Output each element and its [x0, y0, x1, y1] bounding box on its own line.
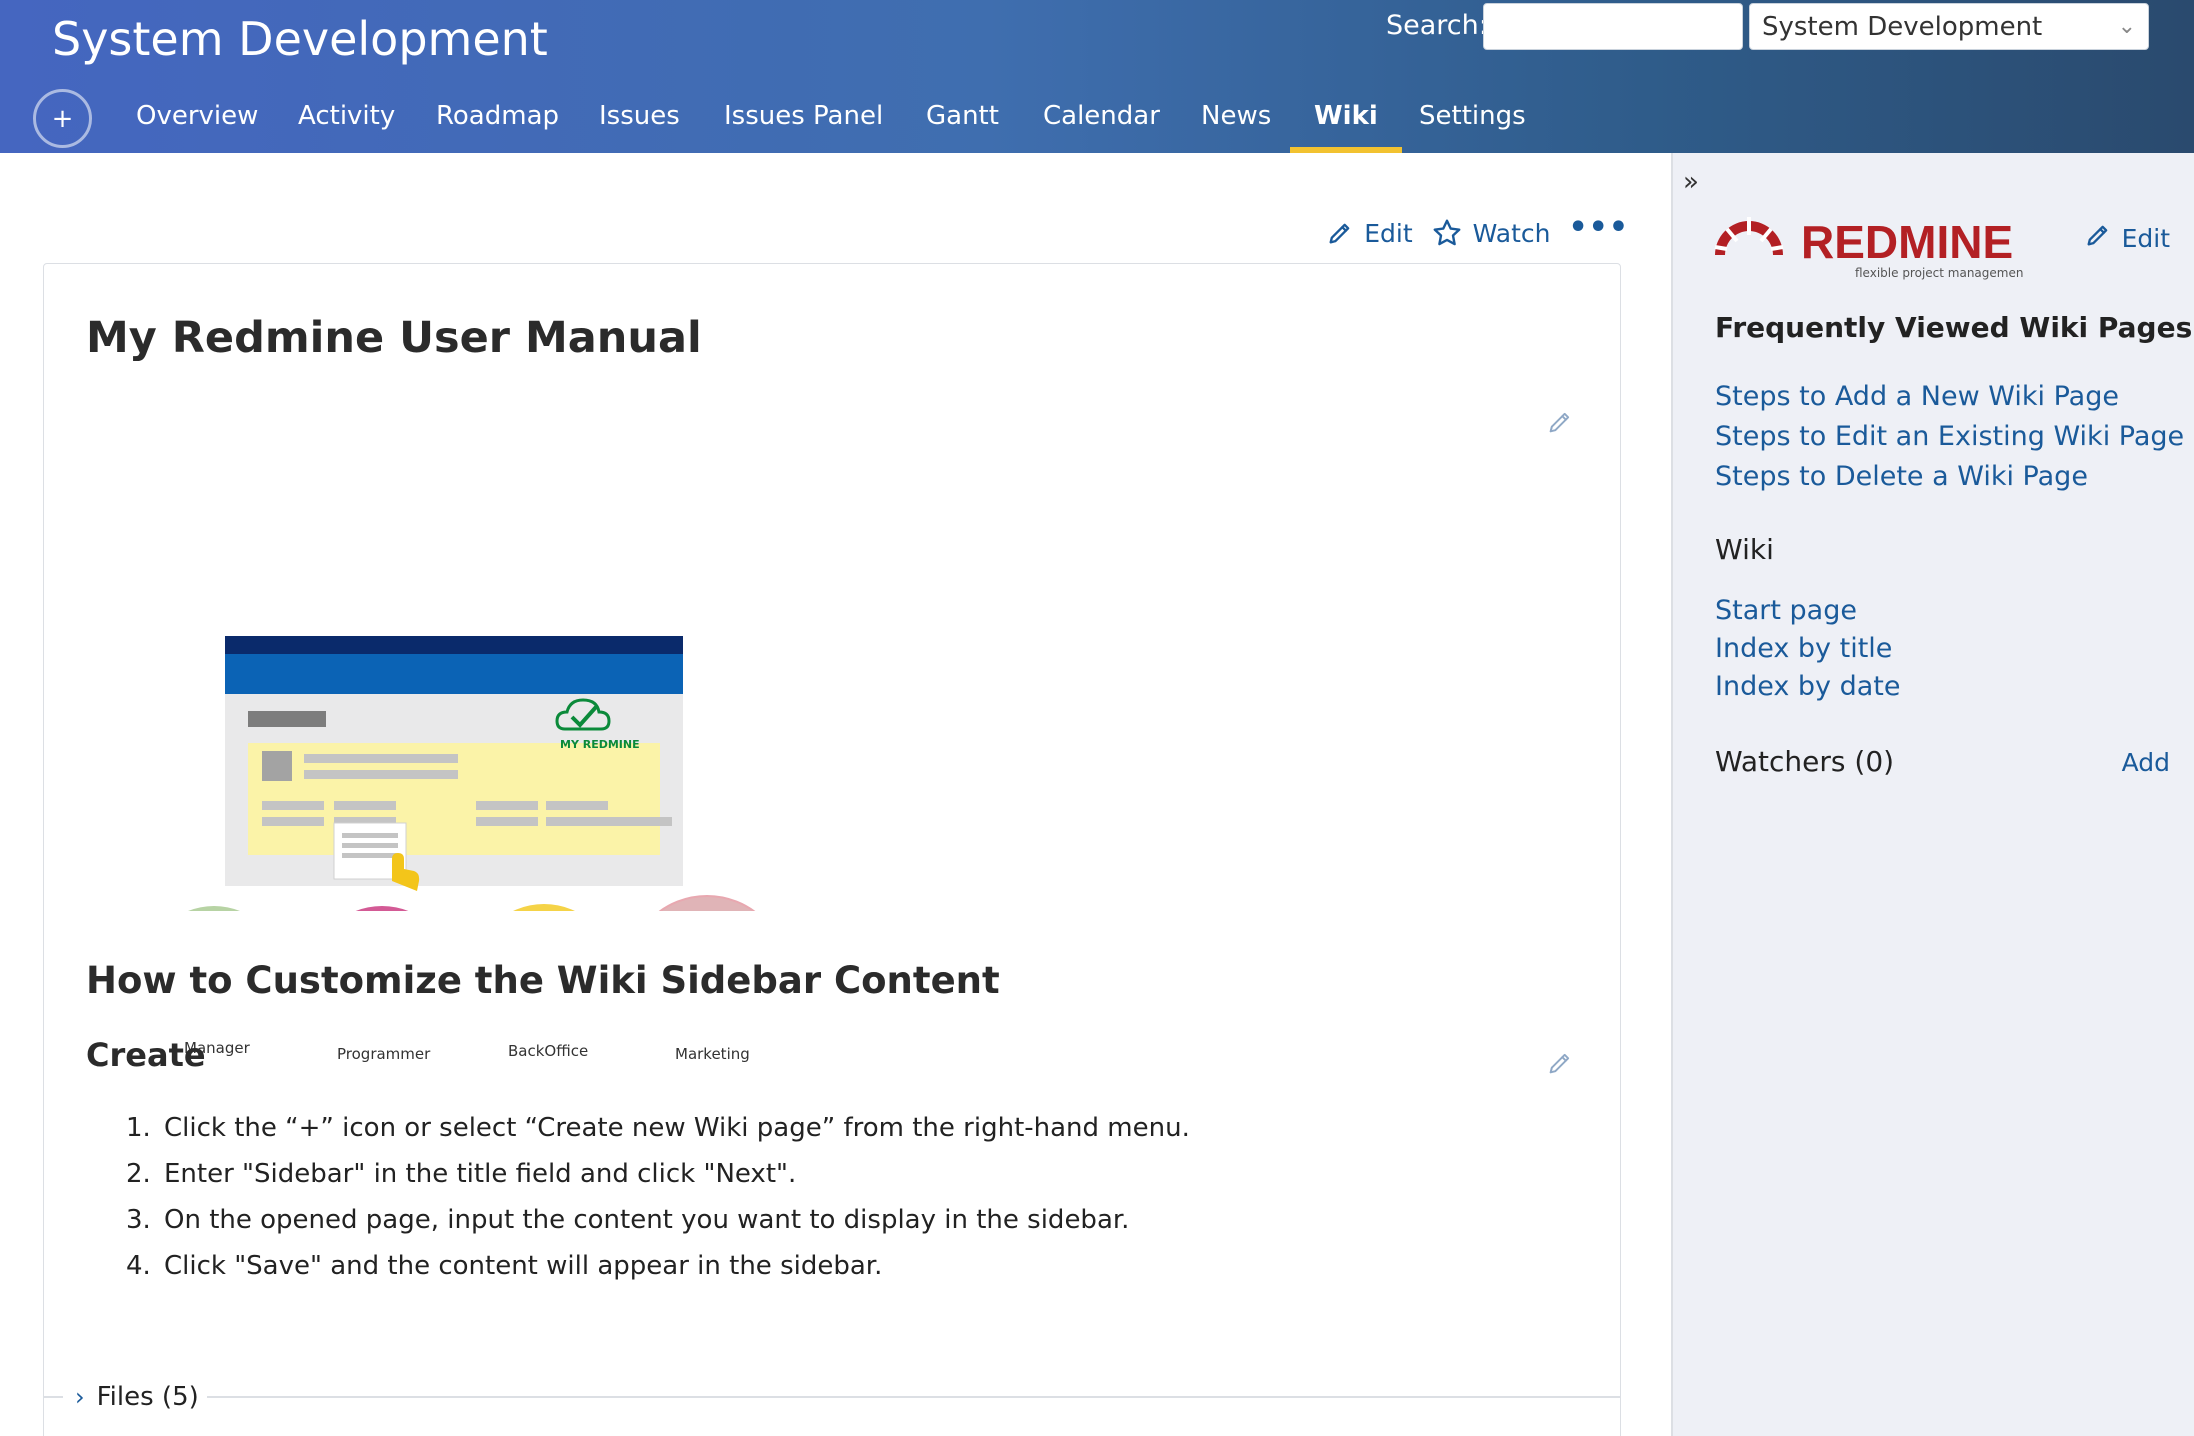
new-object-button[interactable]: + — [33, 89, 92, 148]
tab-activity[interactable]: Activity — [298, 96, 395, 153]
role-label-marketing: Marketing — [675, 1045, 750, 1063]
screen-illustration: MY REDMINE — [144, 636, 788, 1057]
page-title: My Redmine User Manual — [86, 313, 702, 363]
list-item: 1. Click the “+” icon or select “Create n… — [126, 1105, 1190, 1151]
tab-issues[interactable]: Issues — [599, 96, 680, 153]
sidebar-link-index-by-date[interactable]: Index by date — [1715, 671, 1901, 702]
main-content: Edit Watch ••• My Redmine User Manual MY… — [0, 153, 1671, 1436]
project-title[interactable]: System Development — [52, 12, 548, 66]
logo-wordmark: REDMINE — [1801, 216, 2013, 268]
steps-list: 1. Click the “+” icon or select “Create n… — [126, 1105, 1190, 1289]
top-header: System Development Search: System Develo… — [0, 0, 2194, 153]
step-text: On the opened page, input the content yo… — [164, 1205, 1130, 1235]
manual-hero-illustration: MY REDMINE Manager Programmer BackOffice… — [140, 471, 800, 1063]
add-watcher-link[interactable]: Add — [2122, 748, 2170, 777]
project-select-value: System Development — [1762, 11, 2043, 42]
sidebar-link-index-by-title[interactable]: Index by title — [1715, 633, 1892, 664]
project-jump-select[interactable]: System Development ⌄ — [1749, 3, 2149, 50]
step-text: Enter "Sidebar" in the title field and c… — [164, 1159, 797, 1189]
sidebar-edit-button[interactable]: Edit — [2084, 221, 2170, 255]
pencil-icon — [1326, 219, 1354, 247]
step-text: Click "Save" and the content will appear… — [164, 1251, 883, 1281]
sidebar-link-start-page[interactable]: Start page — [1715, 595, 1857, 626]
contextual-actions: Edit Watch ••• — [1326, 213, 1629, 249]
step-number: 2. — [126, 1159, 151, 1189]
tab-issues-panel[interactable]: Issues Panel — [724, 96, 883, 153]
step-number: 4. — [126, 1251, 151, 1281]
sidebar: » REDMINE flexible project management Ed… — [1671, 153, 2194, 1436]
hide-sidebar-icon[interactable]: » — [1683, 167, 1699, 197]
wiki-heading: Wiki — [1715, 533, 1774, 566]
plus-icon: + — [51, 103, 74, 134]
step-text: Click the “+” icon or select “Create new… — [164, 1113, 1190, 1143]
edit-page-button[interactable]: Edit — [1326, 218, 1413, 248]
tab-wiki[interactable]: Wiki — [1290, 96, 1402, 153]
tab-settings[interactable]: Settings — [1419, 96, 1526, 153]
chevron-down-icon: ⌄ — [2117, 14, 2136, 39]
role-label-programmer: Programmer — [337, 1045, 431, 1063]
edit-label: Edit — [2121, 223, 2170, 253]
sidebar-link-edit-wiki-page[interactable]: Steps to Edit an Existing Wiki Page — [1715, 421, 2184, 452]
frequent-pages-heading: Frequently Viewed Wiki Pages — [1715, 311, 2193, 344]
tab-calendar[interactable]: Calendar — [1043, 96, 1160, 153]
edit-label: Edit — [1364, 218, 1413, 248]
watch-label: Watch — [1472, 218, 1551, 248]
role-label-backoffice: BackOffice — [508, 1042, 589, 1060]
create-heading: Create — [86, 1036, 206, 1074]
logo-tagline: flexible project management — [1855, 266, 2023, 280]
files-label: Files (5) — [96, 1382, 199, 1412]
divider — [43, 1396, 63, 1398]
files-toggle[interactable]: › Files (5) — [43, 1377, 1621, 1417]
star-icon — [1431, 217, 1463, 249]
chevron-right-icon: › — [75, 1383, 85, 1411]
edit-section-pencil-icon[interactable] — [1546, 1049, 1574, 1081]
step-number: 1. — [126, 1113, 151, 1143]
step-number: 3. — [126, 1205, 151, 1235]
hero-brand-text: MY REDMINE — [560, 738, 640, 751]
list-item: 4. Click "Save" and the content will appe… — [126, 1243, 1190, 1289]
more-actions-icon[interactable]: ••• — [1568, 213, 1629, 243]
watchers-heading: Watchers (0) — [1715, 745, 1895, 778]
sidebar-link-add-wiki-page[interactable]: Steps to Add a New Wiki Page — [1715, 381, 2119, 412]
divider — [206, 1396, 1621, 1398]
tab-roadmap[interactable]: Roadmap — [436, 96, 559, 153]
watch-button[interactable]: Watch — [1431, 217, 1551, 249]
edit-section-pencil-icon[interactable] — [1546, 408, 1574, 440]
search-label: Search: — [1386, 10, 1488, 41]
tab-news[interactable]: News — [1201, 96, 1271, 153]
search-input[interactable] — [1483, 3, 1743, 50]
sidebar-link-delete-wiki-page[interactable]: Steps to Delete a Wiki Page — [1715, 461, 2088, 492]
section-heading: How to Customize the Wiki Sidebar Conten… — [86, 959, 1000, 1002]
tab-gantt[interactable]: Gantt — [926, 96, 999, 153]
redmine-logo: REDMINE flexible project management — [1713, 203, 2028, 289]
list-item: 3. On the opened page, input the content … — [126, 1197, 1190, 1243]
list-item: 2. Enter "Sidebar" in the title field and… — [126, 1151, 1190, 1197]
tab-overview[interactable]: Overview — [136, 96, 258, 153]
pencil-icon — [2084, 221, 2112, 255]
